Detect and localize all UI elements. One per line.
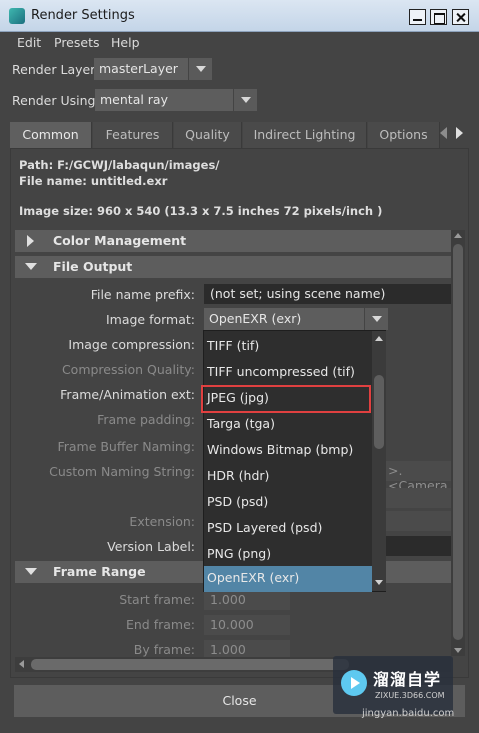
frame-buffer-naming-label: Frame Buffer Naming: (57, 439, 195, 454)
play-logo-icon (341, 670, 367, 696)
window-title: Render Settings (31, 8, 135, 23)
panel-vertical-scrollbar[interactable] (451, 230, 465, 656)
image-format-dropdown-list: TIFF (tif) TIFF uncompressed (tif) JPEG … (203, 330, 386, 592)
maximize-button[interactable] (430, 9, 447, 25)
watermark-url: jingyan.baidu.com (362, 708, 455, 719)
dropdown-scrollbar[interactable] (372, 331, 386, 591)
section-color-management[interactable]: Color Management (15, 230, 451, 252)
menu-help[interactable]: Help (111, 35, 140, 50)
start-frame-input[interactable]: 1.000 (204, 590, 290, 610)
extension-label: Extension: (129, 514, 195, 529)
custom-naming-string-input[interactable]: >.<Camera (386, 461, 451, 493)
format-option-png[interactable]: PNG (png) (204, 542, 372, 568)
custom-naming-field-2[interactable] (386, 488, 451, 508)
format-option-tiff-uncompressed[interactable]: TIFF uncompressed (tif) (204, 360, 372, 386)
scroll-up-icon[interactable] (375, 336, 383, 341)
output-file-name: File name: untitled.exr (19, 174, 168, 188)
menu-edit[interactable]: Edit (17, 35, 41, 50)
render-layer-label: Render Layer (12, 62, 96, 77)
image-format-select[interactable]: OpenEXR (exr) (204, 308, 388, 330)
render-using-label: Render Using (12, 93, 96, 108)
scroll-thumb[interactable] (374, 375, 384, 449)
render-layer-select[interactable]: masterLayer (94, 58, 212, 80)
minimize-button[interactable] (409, 9, 426, 25)
chevron-down-icon (233, 89, 257, 111)
scroll-down-icon[interactable] (454, 648, 462, 653)
file-prefix-input[interactable]: (not set; using scene name) (204, 284, 451, 304)
chevron-down-icon (364, 308, 388, 330)
watermark-subtitle: ZIXUE.3D66.COM (375, 691, 445, 700)
format-option-targa[interactable]: Targa (tga) (204, 412, 372, 438)
watermark-title: 溜溜自学 (373, 670, 442, 689)
watermark-logo: 溜溜自学 ZIXUE.3D66.COM (333, 656, 453, 714)
tab-scroll-left-icon[interactable] (440, 127, 447, 139)
tab-options[interactable]: Options (368, 122, 440, 148)
end-frame-label: End frame: (125, 617, 195, 632)
image-compression-label: Image compression: (68, 337, 195, 352)
title-bar: Render Settings (0, 0, 479, 32)
scroll-thumb[interactable] (453, 244, 463, 640)
compression-quality-label: Compression Quality: (61, 362, 195, 377)
format-option-psd[interactable]: PSD (psd) (204, 490, 372, 516)
custom-naming-string-label: Custom Naming String: (49, 464, 195, 479)
version-label-label: Version Label: (107, 539, 195, 554)
end-frame-input[interactable]: 10.000 (204, 615, 290, 635)
format-option-psd-layered[interactable]: PSD Layered (psd) (204, 516, 372, 542)
section-title: File Output (53, 259, 133, 274)
format-option-hdr[interactable]: HDR (hdr) (204, 464, 372, 490)
menu-bar: Edit Presets Help (0, 32, 479, 54)
menu-presets[interactable]: Presets (54, 35, 100, 50)
expand-arrow-icon (27, 235, 34, 247)
frame-padding-label: Frame padding: (97, 412, 195, 427)
close-window-button[interactable] (452, 9, 469, 25)
format-option-bmp[interactable]: Windows Bitmap (bmp) (204, 438, 372, 464)
scroll-thumb[interactable] (31, 659, 349, 670)
image-size-info: Image size: 960 x 540 (13.3 x 7.5 inches… (19, 204, 383, 218)
frame-animation-ext-label: Frame/Animation ext: (60, 387, 195, 402)
output-path: Path: F:/GCWJ/labaqun/images/ (19, 158, 220, 172)
image-format-label: Image format: (105, 312, 195, 327)
maya-app-icon (9, 8, 25, 24)
version-label-input[interactable] (386, 536, 451, 556)
format-option-tiff[interactable]: TIFF (tif) (204, 334, 372, 360)
scroll-left-icon[interactable] (19, 660, 24, 668)
collapse-arrow-icon (25, 568, 37, 575)
tab-indirect-lighting[interactable]: Indirect Lighting (243, 122, 367, 148)
tab-bar: Common Features Quality Indirect Lightin… (10, 122, 479, 148)
by-frame-label: By frame: (133, 642, 195, 657)
file-prefix-label: File name prefix: (90, 287, 195, 302)
render-using-value: mental ray (100, 92, 168, 107)
chevron-down-icon (188, 58, 212, 80)
scroll-up-icon[interactable] (454, 233, 462, 238)
render-using-select[interactable]: mental ray (95, 89, 257, 111)
image-format-value: OpenEXR (exr) (209, 311, 302, 326)
jpeg-highlight-annotation (201, 385, 371, 413)
tab-features[interactable]: Features (93, 122, 173, 148)
tab-common[interactable]: Common (10, 122, 92, 148)
start-frame-label: Start frame: (119, 592, 195, 607)
tab-quality[interactable]: Quality (174, 122, 242, 148)
scroll-down-icon[interactable] (375, 580, 383, 585)
section-title: Frame Range (53, 564, 146, 579)
format-option-openexr[interactable]: OpenEXR (exr) (204, 566, 372, 592)
tab-scroll-right-icon[interactable] (456, 127, 463, 139)
section-file-output[interactable]: File Output (15, 256, 451, 278)
collapse-arrow-icon (25, 263, 37, 270)
extension-input[interactable] (386, 511, 451, 531)
section-title: Color Management (53, 233, 187, 248)
render-layer-value: masterLayer (99, 61, 178, 76)
